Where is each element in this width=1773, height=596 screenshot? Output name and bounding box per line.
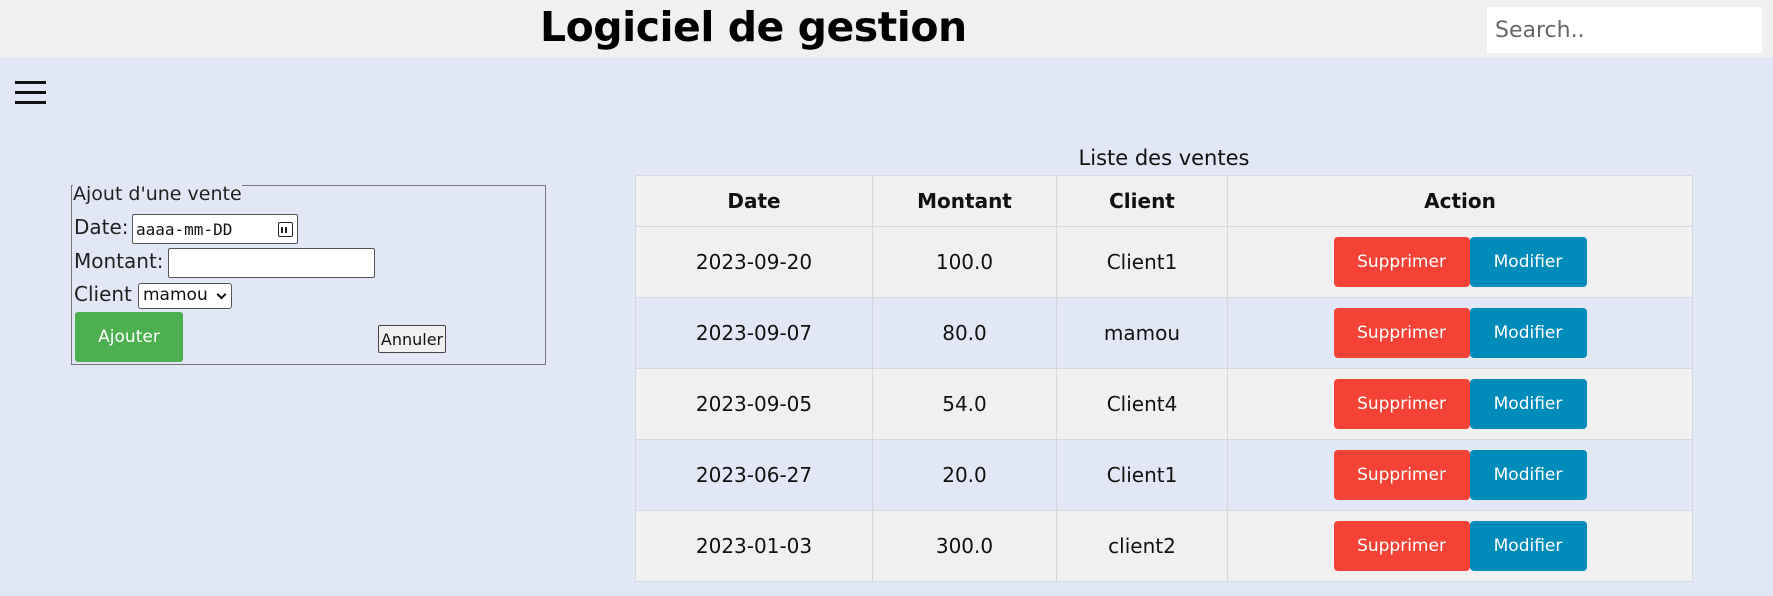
add-button[interactable]: Ajouter bbox=[75, 312, 183, 362]
top-bar: Logiciel de gestion bbox=[0, 0, 1773, 57]
table-row: 2023-01-03 300.0 client2 Supprimer Modif… bbox=[635, 510, 1693, 582]
cell-actions: Supprimer Modifier bbox=[1227, 368, 1693, 440]
cell-client: mamou bbox=[1056, 297, 1228, 369]
edit-button[interactable]: Modifier bbox=[1469, 521, 1587, 571]
form-legend: Ajout d'une vente bbox=[73, 183, 242, 205]
cell-montant: 54.0 bbox=[872, 368, 1057, 440]
montant-label: Montant: bbox=[74, 249, 164, 273]
delete-button[interactable]: Supprimer bbox=[1333, 308, 1470, 358]
edit-button[interactable]: Modifier bbox=[1469, 450, 1587, 500]
delete-button[interactable]: Supprimer bbox=[1333, 521, 1470, 571]
delete-button[interactable]: Supprimer bbox=[1333, 450, 1470, 500]
cell-date: 2023-09-07 bbox=[635, 297, 873, 369]
cell-client: Client4 bbox=[1056, 368, 1228, 440]
delete-button[interactable]: Supprimer bbox=[1333, 237, 1470, 287]
cell-client: client2 bbox=[1056, 510, 1228, 582]
cell-actions: Supprimer Modifier bbox=[1227, 510, 1693, 582]
cell-montant: 300.0 bbox=[872, 510, 1057, 582]
date-field[interactable]: aaaa-mm-DD bbox=[132, 214, 298, 244]
cell-actions: Supprimer Modifier bbox=[1227, 297, 1693, 369]
table-row: 2023-06-27 20.0 Client1 Supprimer Modifi… bbox=[635, 439, 1693, 511]
edit-button[interactable]: Modifier bbox=[1469, 237, 1587, 287]
date-label: Date: bbox=[74, 215, 129, 239]
table-caption: Liste des ventes bbox=[1078, 146, 1250, 170]
search-input[interactable] bbox=[1487, 7, 1762, 53]
cancel-button[interactable]: Annuler bbox=[378, 325, 446, 353]
table-row: 2023-09-07 80.0 mamou Supprimer Modifier bbox=[635, 297, 1693, 369]
table-row: 2023-09-05 54.0 Client4 Supprimer Modifi… bbox=[635, 368, 1693, 440]
column-header-client: Client bbox=[1056, 175, 1228, 227]
sales-table: Date Montant Client Action 2023-09-20 10… bbox=[635, 175, 1693, 582]
cell-client: Client1 bbox=[1056, 226, 1228, 298]
chevron-down-icon bbox=[216, 289, 227, 300]
cell-montant: 20.0 bbox=[872, 439, 1057, 511]
edit-button[interactable]: Modifier bbox=[1469, 379, 1587, 429]
column-header-date: Date bbox=[635, 175, 873, 227]
table-row: 2023-09-20 100.0 Client1 Supprimer Modif… bbox=[635, 226, 1693, 298]
date-field-value: aaaa-mm-DD bbox=[136, 220, 233, 239]
cell-actions: Supprimer Modifier bbox=[1227, 226, 1693, 298]
cell-montant: 80.0 bbox=[872, 297, 1057, 369]
cell-date: 2023-09-05 bbox=[635, 368, 873, 440]
column-header-action: Action bbox=[1227, 175, 1693, 227]
cell-client: Client1 bbox=[1056, 439, 1228, 511]
hamburger-menu-icon[interactable] bbox=[15, 81, 46, 106]
app-title: Logiciel de gestion bbox=[540, 3, 967, 51]
column-header-montant: Montant bbox=[872, 175, 1057, 227]
montant-field[interactable] bbox=[168, 248, 375, 278]
cell-montant: 100.0 bbox=[872, 226, 1057, 298]
edit-button[interactable]: Modifier bbox=[1469, 308, 1587, 358]
calendar-icon[interactable] bbox=[278, 222, 293, 237]
cell-date: 2023-01-03 bbox=[635, 510, 873, 582]
cell-actions: Supprimer Modifier bbox=[1227, 439, 1693, 511]
client-select[interactable]: mamou bbox=[138, 283, 232, 309]
table-header-row: Date Montant Client Action bbox=[635, 175, 1693, 227]
delete-button[interactable]: Supprimer bbox=[1333, 379, 1470, 429]
client-select-value: mamou bbox=[143, 285, 208, 305]
cell-date: 2023-06-27 bbox=[635, 439, 873, 511]
cell-date: 2023-09-20 bbox=[635, 226, 873, 298]
client-label: Client bbox=[74, 282, 132, 306]
